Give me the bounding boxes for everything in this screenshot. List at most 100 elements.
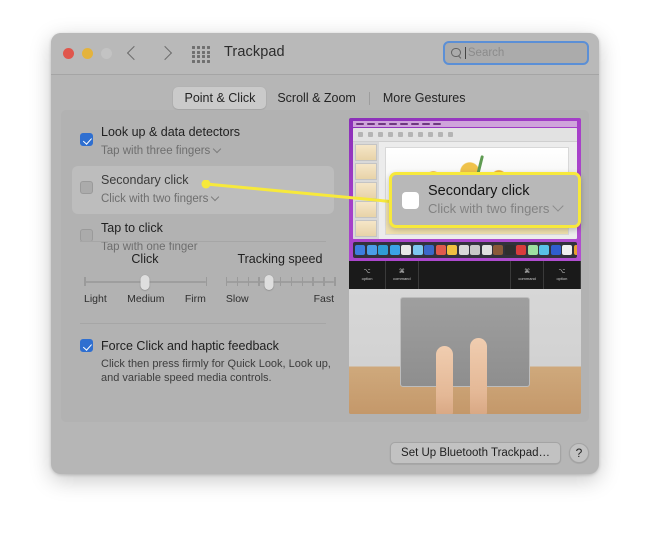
legend-medium: Medium <box>127 293 165 305</box>
grid-dot <box>192 59 196 63</box>
chevron-down-icon[interactable] <box>212 194 219 201</box>
section-divider-force-click <box>80 323 326 324</box>
preview-app-toolbar <box>353 128 577 142</box>
grid-dot <box>201 59 206 63</box>
zoom-window-button[interactable] <box>101 48 112 59</box>
slider-tick <box>258 277 260 286</box>
legend-firm: Firm <box>184 293 206 305</box>
grid-dot <box>206 46 210 50</box>
option-row-look-up[interactable]: Look up & data detectors Tap with three … <box>72 118 334 166</box>
option-subtitle-text: Tap with three fingers <box>101 145 211 157</box>
callout-subtitle[interactable]: Click with two fingers <box>428 200 563 217</box>
grid-dot <box>201 55 206 59</box>
help-button[interactable]: ? <box>569 443 589 463</box>
tracking-slider-legend: Slow Fast <box>226 293 334 305</box>
tab-point-and-click[interactable]: Point & Click <box>173 87 267 109</box>
option-subtitle-text: Click with two fingers <box>101 193 209 205</box>
section-divider-sliders <box>80 241 326 242</box>
keyboard-key-option-left: ⌥ option <box>349 261 387 289</box>
page-title: Trackpad <box>224 44 285 60</box>
preview-trackpad <box>400 297 530 387</box>
tab-bar: Point & Click Scroll & Zoom More Gesture… <box>51 87 599 109</box>
checkbox-force-click[interactable] <box>80 339 93 352</box>
slider-tick <box>312 277 314 286</box>
grid-dot <box>206 59 210 63</box>
chevron-down-icon[interactable] <box>214 146 221 153</box>
slider-tick <box>279 277 282 286</box>
slider-tick <box>301 277 304 286</box>
grid-dot <box>201 50 206 54</box>
slider-tick <box>323 277 325 286</box>
grid-icon[interactable] <box>192 46 210 63</box>
grid-dot <box>196 46 201 50</box>
slider-tick <box>84 277 86 286</box>
gesture-preview-video[interactable]: MARKET ⌥opti <box>349 118 581 414</box>
slider-section: Click Light Medium Firm Tracking speed S… <box>72 252 336 305</box>
force-click-description: Click then press firmly for Quick Look, … <box>101 358 331 384</box>
preview-dock <box>353 242 577 258</box>
option-title-secondary-click: Secondary click <box>101 173 189 187</box>
callout-checkbox-secondary-click[interactable] <box>402 191 419 209</box>
grid-dot <box>196 50 201 54</box>
option-text-look-up: Look up & data detectors Tap with three … <box>101 124 326 159</box>
click-slider-track[interactable] <box>84 275 208 290</box>
tab-more-gestures[interactable]: More Gestures <box>372 87 477 109</box>
keyboard-key-command-left: ⌘ command <box>386 261 419 289</box>
grid-dot <box>196 59 201 63</box>
window-titlebar: Trackpad <box>51 33 599 75</box>
callout-text: Secondary click Click with two fingers <box>428 182 563 218</box>
legend-fast: Fast <box>313 293 334 305</box>
preview-desk <box>349 289 581 414</box>
set-up-bluetooth-trackpad-button[interactable]: Set Up Bluetooth Trackpad… <box>390 442 561 464</box>
tab-scroll-and-zoom[interactable]: Scroll & Zoom <box>266 87 367 109</box>
preview-slide-navigator <box>353 142 379 239</box>
text-cursor <box>465 47 466 59</box>
preview-finger-left <box>436 346 454 414</box>
option-title-look-up: Look up & data detectors <box>101 125 240 139</box>
keyboard-key-option-right: ⌥ option <box>544 261 581 289</box>
click-slider-label: Click <box>131 252 159 266</box>
force-click-text: Force Click and haptic feedback Click th… <box>101 338 331 385</box>
slider-tick <box>290 277 293 286</box>
chevron-down-icon[interactable] <box>554 202 563 211</box>
grid-dot <box>206 55 210 59</box>
slider-tick <box>334 277 336 286</box>
slider-tick <box>225 277 228 286</box>
grid-dot <box>192 46 196 50</box>
close-window-button[interactable] <box>63 48 74 59</box>
force-click-title: Force Click and haptic feedback <box>101 339 279 353</box>
search-field[interactable] <box>443 41 589 65</box>
search-icon <box>451 47 462 59</box>
preview-finger-right <box>469 338 487 414</box>
option-text-secondary-click: Secondary click Click with two fingers <box>101 172 326 207</box>
option-subtitle-look-up[interactable]: Tap with three fingers <box>101 144 221 159</box>
bottom-button-bar: Set Up Bluetooth Trackpad… ? <box>390 442 589 464</box>
slider-tick <box>236 277 239 286</box>
callout-secondary-click: Secondary click Click with two fingers <box>389 172 581 228</box>
grid-dot <box>192 55 196 59</box>
preview-keyboard: ⌥ option ⌘ command ⌘ command ⌥ option <box>349 261 581 289</box>
legend-light: Light <box>84 293 107 305</box>
forward-arrow-icon[interactable] <box>157 42 177 66</box>
force-click-section[interactable]: Force Click and haptic feedback Click th… <box>80 338 342 385</box>
preview-menubar <box>353 121 577 127</box>
preferences-panel: Look up & data detectors Tap with three … <box>61 110 589 422</box>
slider-tick <box>205 277 208 286</box>
click-slider-thumb[interactable] <box>140 275 150 290</box>
search-input[interactable] <box>467 47 581 59</box>
checkbox-secondary-click[interactable] <box>80 181 93 194</box>
navigation-arrows <box>123 42 177 66</box>
option-row-secondary-click[interactable]: Secondary click Click with two fingers <box>72 166 334 214</box>
legend-slow: Slow <box>225 293 249 305</box>
tab-separator <box>368 91 370 105</box>
click-slider-legend: Light Medium Firm <box>84 293 206 305</box>
checkbox-look-up[interactable] <box>80 133 93 146</box>
tracking-slider-thumb[interactable] <box>264 275 274 290</box>
tracking-slider-track[interactable] <box>225 275 336 290</box>
option-subtitle-secondary-click[interactable]: Click with two fingers <box>101 192 219 207</box>
back-arrow-icon[interactable] <box>123 42 143 66</box>
traffic-light-buttons <box>63 48 112 59</box>
callout-subtitle-text: Click with two fingers <box>428 201 550 216</box>
minimize-window-button[interactable] <box>82 48 93 59</box>
grid-dot <box>192 50 196 54</box>
